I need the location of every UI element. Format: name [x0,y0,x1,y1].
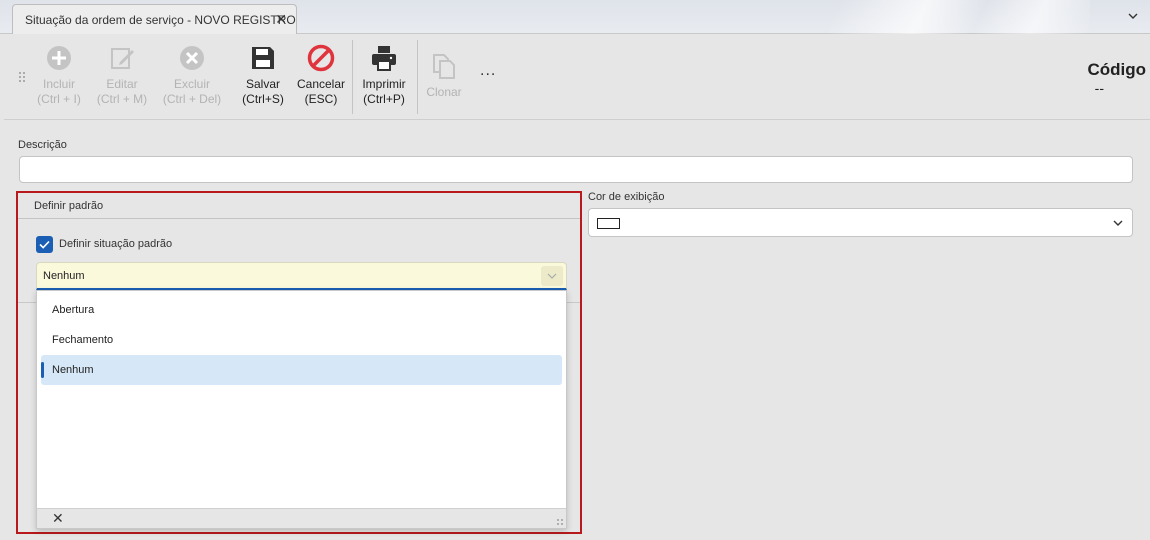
definir-padrao-group: Definir padrão Definir situação padrão N… [16,191,582,534]
color-swatch [597,218,620,229]
dropdown-footer: ✕ [37,508,566,528]
excluir-shortcut: (Ctrl + Del) [162,92,222,106]
clear-selection-icon[interactable]: ✕ [52,511,64,525]
codigo-label: Código [1087,60,1146,79]
definir-situacao-padrao-checkbox[interactable] [36,236,53,253]
salvar-button[interactable]: Salvar (Ctrl+S) [239,44,287,107]
more-options-button[interactable]: ... [480,62,496,80]
incluir-shortcut: (Ctrl + I) [37,92,81,106]
excluir-button[interactable]: Excluir (Ctrl + Del) [160,44,224,107]
imprimir-button[interactable]: Imprimir (Ctrl+P) [359,44,409,107]
combo-dropdown-button[interactable] [541,266,563,286]
chevron-down-icon [547,273,557,279]
group-body: Definir padrão Definir situação padrão N… [18,193,580,303]
combo-value: Nenhum [43,270,85,282]
imprimir-label: Imprimir [362,77,406,91]
toolbar-separator [417,40,418,114]
chevron-down-icon[interactable] [1126,9,1140,23]
situacao-padrao-combobox[interactable]: Nenhum [36,262,567,290]
cancel-icon [307,44,335,72]
print-icon [372,46,396,71]
form-area: Descrição Definir padrão Definir situaçã… [4,120,1150,540]
salvar-shortcut: (Ctrl+S) [242,92,284,106]
chevron-down-icon [1113,220,1123,226]
checkbox-label: Definir situação padrão [59,238,173,250]
situacao-dropdown-list: Abertura Fechamento Nenhum ✕ [36,290,567,529]
salvar-label: Salvar [245,77,280,91]
cancelar-label: Cancelar [296,77,346,91]
descricao-label: Descrição [18,139,67,151]
group-title: Definir padrão [18,193,580,219]
descricao-input[interactable] [19,156,1133,183]
cancelar-button[interactable]: Cancelar (ESC) [294,44,348,107]
codigo-value: -- [1094,80,1104,96]
clone-icon [433,54,455,79]
imprimir-shortcut: (Ctrl+P) [363,92,405,106]
option-fechamento[interactable]: Fechamento [41,325,562,355]
tab-title: Situação da ordem de serviço - NOVO REGI… [25,13,296,27]
editar-label: Editar [106,77,138,91]
incluir-button[interactable]: Incluir (Ctrl + I) [35,44,83,107]
tab-close-icon[interactable]: ✕ [275,12,287,26]
edit-icon [111,48,134,69]
check-icon [39,240,50,249]
delete-circle-icon [180,46,204,70]
tab-situacao-ordem-servico[interactable]: Situação da ordem de serviço - NOVO REGI… [12,4,297,35]
save-icon [252,47,274,69]
cancelar-shortcut: (ESC) [304,92,338,106]
clonar-label: Clonar [426,85,462,99]
clonar-button[interactable]: Clonar [423,52,465,100]
incluir-label: Incluir [42,77,75,91]
excluir-label: Excluir [173,77,210,91]
tab-strip: Situação da ordem de serviço - NOVO REGI… [0,0,1150,35]
add-circle-icon [47,46,71,70]
cor-exibicao-select[interactable] [588,208,1133,237]
option-nenhum[interactable]: Nenhum [41,355,562,385]
cor-exibicao-label: Cor de exibição [588,191,665,203]
editar-button[interactable]: Editar (Ctrl + M) [92,44,152,107]
resize-grip-icon[interactable] [556,518,564,526]
option-abertura[interactable]: Abertura [41,295,562,325]
toolbar-separator [352,40,353,114]
drag-grip-icon[interactable] [18,71,26,83]
toolbar: Incluir (Ctrl + I) Editar (Ctrl + M) Exc… [4,34,1150,120]
editar-shortcut: (Ctrl + M) [96,92,148,106]
